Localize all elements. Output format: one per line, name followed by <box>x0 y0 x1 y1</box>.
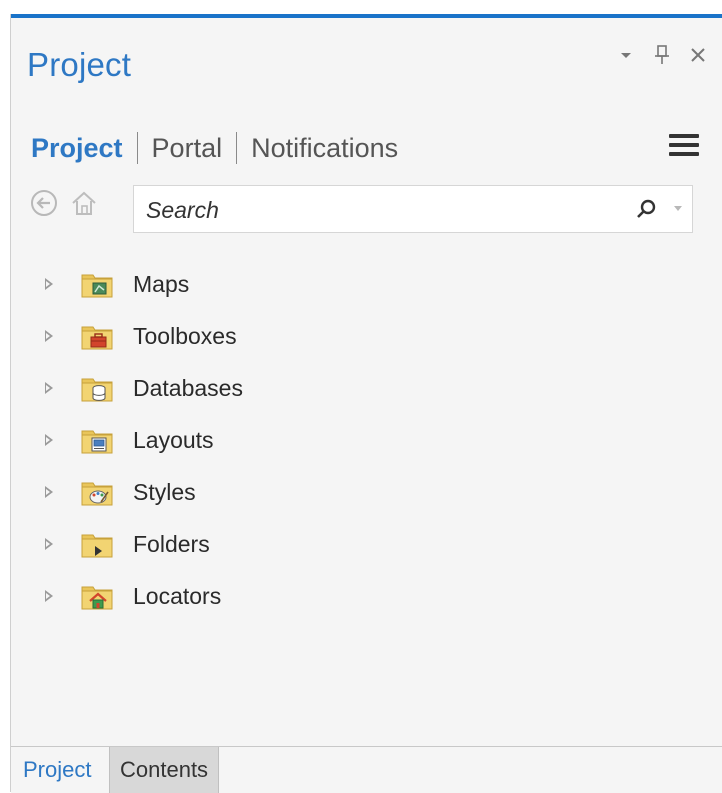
home-icon[interactable] <box>67 186 101 220</box>
expand-icon[interactable] <box>45 590 53 602</box>
tree-item-layouts[interactable]: Layouts <box>41 414 243 466</box>
tree-item-toolboxes[interactable]: Toolboxes <box>41 310 243 362</box>
pane-title: Project <box>27 46 132 83</box>
bottom-tab-contents[interactable]: Contents <box>109 747 220 793</box>
tree-item-label: Databases <box>133 374 243 401</box>
tree-item-databases[interactable]: Databases <box>41 362 243 414</box>
pane-controls <box>615 44 709 66</box>
pane-accent-bar <box>11 14 722 18</box>
tree-item-label: Toolboxes <box>133 322 237 349</box>
styles-folder-icon <box>81 482 113 506</box>
tree-item-maps[interactable]: Maps <box>41 258 243 310</box>
toolboxes-folder-icon <box>81 326 113 350</box>
view-tabs: Project Portal Notifications <box>31 132 398 164</box>
tree-item-label: Layouts <box>133 426 214 453</box>
nav-row <box>27 186 107 220</box>
pane-options-dropdown-icon[interactable] <box>615 44 637 66</box>
tree-item-folders[interactable]: Folders <box>41 518 243 570</box>
tree-item-locators[interactable]: Locators <box>41 570 243 622</box>
expand-icon[interactable] <box>45 382 53 394</box>
close-icon[interactable] <box>687 44 709 66</box>
project-tree: Maps Toolboxes Databases Layouts Styles … <box>41 258 243 622</box>
expand-icon[interactable] <box>45 486 53 498</box>
layouts-folder-icon <box>81 430 113 454</box>
tree-item-label: Styles <box>133 478 196 505</box>
tab-project[interactable]: Project <box>31 134 123 162</box>
bottom-tab-bar: Project Contents <box>11 746 722 793</box>
locators-folder-icon <box>81 586 113 610</box>
search-options-dropdown-icon[interactable] <box>674 206 682 211</box>
tree-item-styles[interactable]: Styles <box>41 466 243 518</box>
tab-notifications[interactable]: Notifications <box>251 134 398 162</box>
tree-item-label: Maps <box>133 270 190 297</box>
expand-icon[interactable] <box>45 278 53 290</box>
tab-separator <box>136 132 138 164</box>
expand-icon[interactable] <box>45 538 53 550</box>
tab-portal[interactable]: Portal <box>152 134 223 162</box>
tab-separator <box>236 132 238 164</box>
tree-item-label: Locators <box>133 582 222 609</box>
expand-icon[interactable] <box>45 434 53 446</box>
pin-icon[interactable] <box>651 44 673 66</box>
databases-folder-icon <box>81 378 113 402</box>
expand-icon[interactable] <box>45 330 53 342</box>
menu-icon[interactable] <box>669 134 699 158</box>
tree-item-label: Folders <box>133 530 210 557</box>
search-icon[interactable] <box>634 198 658 222</box>
project-pane: Project Project Portal Notifications Sea… <box>10 14 722 793</box>
search-box <box>133 185 693 233</box>
bottom-tab-project[interactable]: Project <box>15 747 100 793</box>
folders-folder-icon <box>81 534 113 558</box>
maps-folder-icon <box>81 274 113 298</box>
search-input[interactable] <box>144 194 618 226</box>
back-arrow-icon[interactable] <box>27 186 61 220</box>
